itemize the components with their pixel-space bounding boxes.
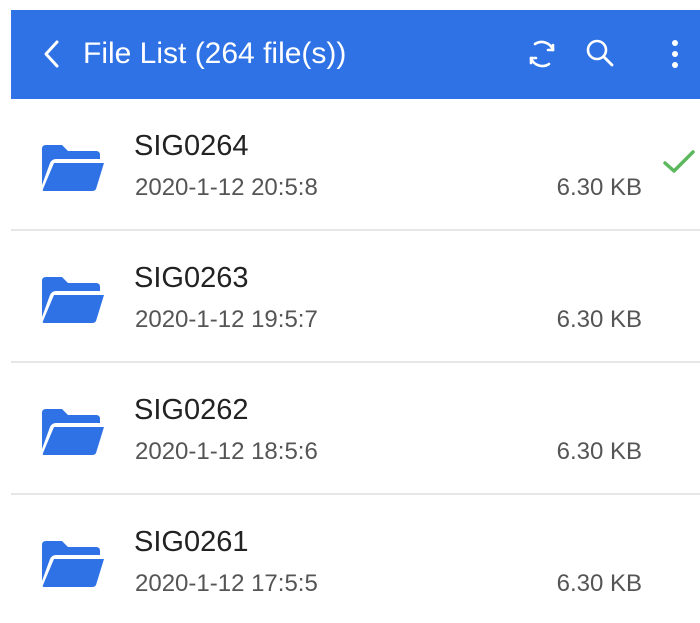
file-size: 6.30 KB (556, 570, 642, 597)
folder-icon (42, 409, 104, 455)
file-size: 6.30 KB (556, 174, 642, 201)
file-list-item[interactable]: SIG0262 2020-1-12 18:5:6 6.30 KB (11, 363, 700, 495)
file-date: 2020-1-12 18:5:6 (135, 438, 318, 465)
refresh-icon[interactable] (524, 36, 560, 72)
file-size: 6.30 KB (556, 438, 642, 465)
file-date: 2020-1-12 19:5:7 (135, 306, 318, 333)
folder-icon (42, 145, 104, 191)
folder-icon (42, 277, 104, 323)
page-title: File List (264 file(s)) (83, 37, 347, 70)
checkmark-icon (663, 150, 695, 173)
file-size: 6.30 KB (556, 306, 642, 333)
chevron-left-icon[interactable] (37, 36, 67, 72)
file-name: SIG0262 (134, 394, 249, 426)
file-list-item[interactable]: SIG0264 2020-1-12 20:5:8 6.30 KB (11, 99, 700, 231)
file-list-item[interactable]: SIG0261 2020-1-12 17:5:5 6.30 KB (11, 495, 700, 623)
file-list: SIG0264 2020-1-12 20:5:8 6.30 KB SIG0263… (11, 99, 700, 623)
screen: File List (264 file(s)) SIG0264 2020-1-1… (0, 0, 700, 623)
folder-icon (42, 541, 104, 587)
file-list-item[interactable]: SIG0263 2020-1-12 19:5:7 6.30 KB (11, 231, 700, 363)
app-bar: File List (264 file(s)) (11, 10, 700, 99)
file-name: SIG0264 (134, 130, 249, 162)
file-date: 2020-1-12 20:5:8 (135, 174, 318, 201)
search-icon[interactable] (582, 36, 618, 72)
more-vert-icon[interactable] (657, 36, 693, 72)
file-name: SIG0263 (134, 262, 249, 294)
file-date: 2020-1-12 17:5:5 (135, 570, 318, 597)
file-name: SIG0261 (134, 526, 249, 558)
